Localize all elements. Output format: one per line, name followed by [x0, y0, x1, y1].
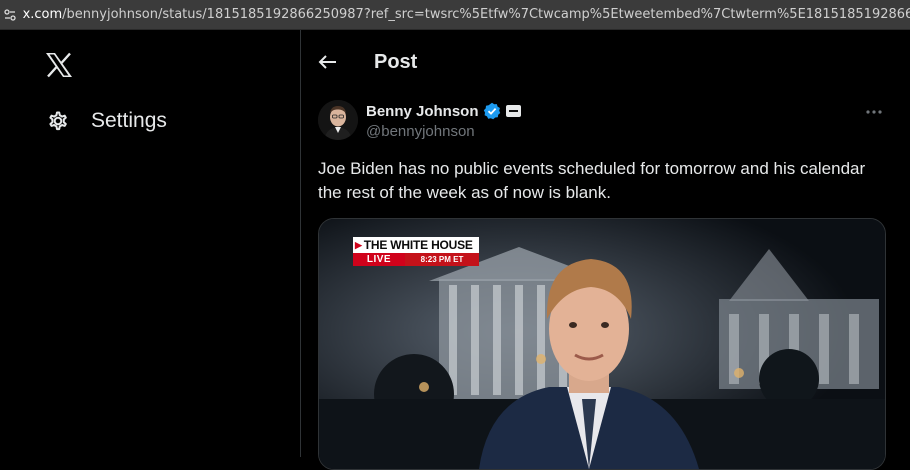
affiliate-badge-icon[interactable] — [505, 105, 521, 117]
main-column: Post Benny Johnson @bennyjohnson Joe Bid… — [301, 30, 910, 470]
left-sidebar: Settings — [0, 30, 301, 457]
chyron-title: THE WHITE HOUSE — [363, 238, 473, 252]
url-host: x.com — [22, 7, 63, 22]
avatar[interactable] — [318, 100, 358, 140]
x-logo-icon[interactable] — [45, 52, 75, 80]
sidebar-item-settings[interactable]: Settings — [44, 104, 167, 138]
play-triangle-icon: ▶ — [355, 239, 362, 250]
author-name[interactable]: Benny Johnson — [366, 103, 479, 120]
tweet-video[interactable]: ▶ THE WHITE HOUSE LIVE 8:23 PM ET — [318, 218, 886, 470]
arrow-left-icon[interactable] — [317, 51, 339, 73]
page-title: Post — [374, 51, 418, 73]
gear-icon — [44, 107, 72, 135]
live-badge: LIVE — [353, 253, 405, 266]
browser-url-bar[interactable]: x.com/bennyjohnson/status/18151851928662… — [0, 0, 910, 30]
sidebar-item-label: Settings — [91, 109, 167, 132]
post-header: Post — [301, 30, 910, 90]
url-text[interactable]: x.com/bennyjohnson/status/18151851928662… — [23, 7, 910, 22]
more-horizontal-icon[interactable] — [864, 105, 884, 119]
author-handle[interactable]: @bennyjohnson — [366, 123, 521, 140]
news-chyron: ▶ THE WHITE HOUSE LIVE 8:23 PM ET — [353, 237, 479, 266]
tweet-author[interactable]: Benny Johnson @bennyjohnson — [366, 102, 521, 140]
chyron-time: 8:23 PM ET — [405, 253, 479, 266]
site-info-icon[interactable] — [3, 8, 17, 22]
verified-badge-icon[interactable] — [483, 102, 501, 120]
tweet-text: Joe Biden has no public events scheduled… — [318, 159, 866, 202]
url-path: /bennyjohnson/status/1815185192866250987… — [62, 7, 910, 22]
